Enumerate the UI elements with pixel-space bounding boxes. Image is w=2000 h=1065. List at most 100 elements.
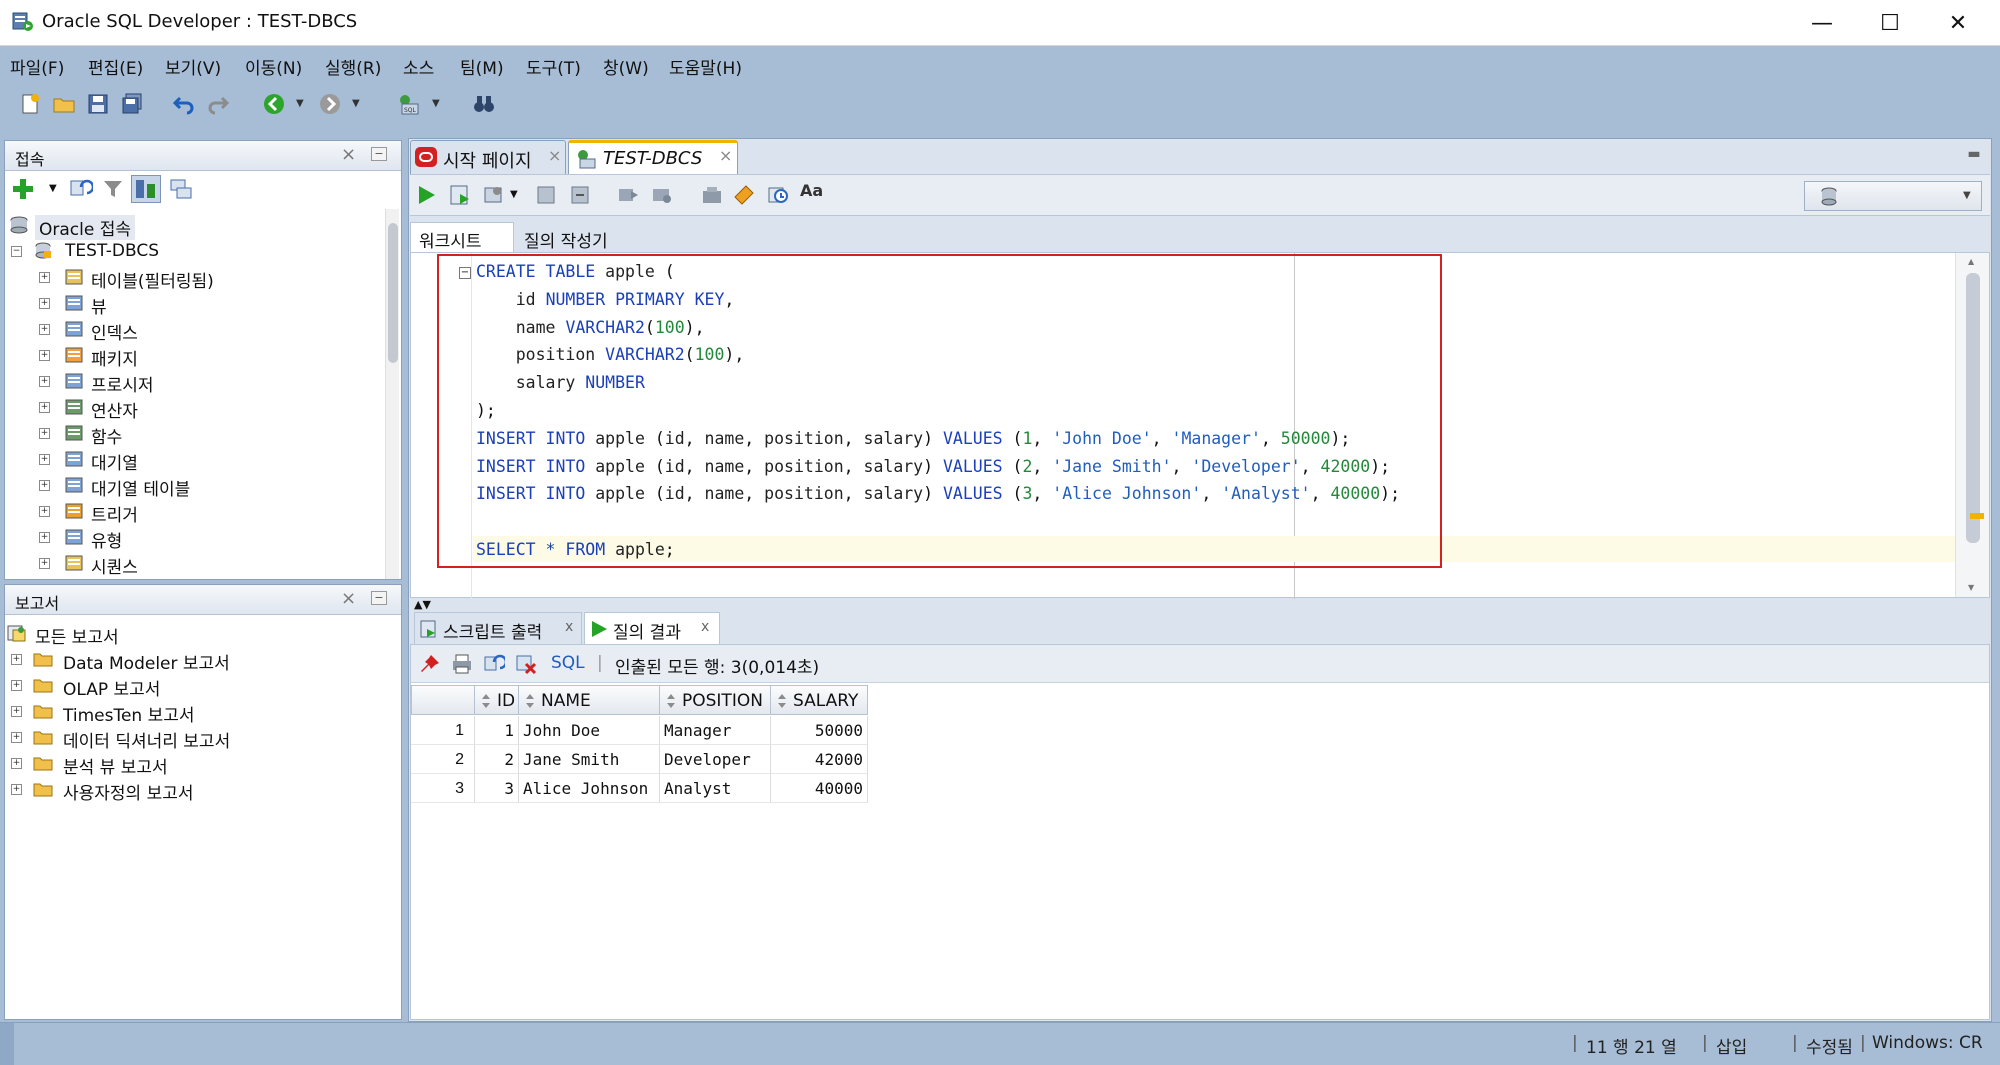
cell-position[interactable]: Developer [660, 745, 771, 774]
tree-node-object-type[interactable]: + 대기열 [5, 447, 381, 474]
menu-help[interactable]: 도움말(H) [669, 54, 742, 79]
format-case-icon[interactable]: Aa [800, 181, 823, 200]
tab-worksheet[interactable]: 워크시트 [410, 222, 514, 252]
expand-icon[interactable]: + [11, 654, 22, 665]
collapse-icon[interactable]: − [11, 246, 22, 257]
tree-node-all-reports[interactable]: 모든 보고서 [5, 621, 401, 648]
tree-node-oracle-connections[interactable]: Oracle 접속 [5, 213, 381, 240]
cell-id[interactable]: 2 [475, 745, 519, 774]
expand-icon[interactable]: + [11, 784, 22, 795]
expand-icon[interactable]: + [39, 558, 50, 569]
expand-icon[interactable]: + [39, 428, 50, 439]
tab-start-page[interactable]: 시작 페이지 × [410, 140, 566, 174]
tree-node-report-folder[interactable]: + 분석 뷰 보고서 [5, 751, 401, 778]
refresh-icon[interactable] [483, 653, 508, 680]
cell-position[interactable]: Analyst [660, 774, 771, 803]
schema-browser-icon[interactable] [131, 175, 161, 203]
column-header-id[interactable]: ID [475, 685, 519, 715]
expand-icon[interactable]: + [39, 480, 50, 491]
sql-history-icon[interactable] [766, 183, 790, 212]
maximize-button[interactable]: ☐ [1856, 0, 1924, 46]
sql-tuning-icon[interactable] [700, 183, 724, 212]
menu-window[interactable]: 창(W) [603, 54, 649, 79]
tree-node-object-type[interactable]: + 트리거 [5, 499, 381, 526]
expand-icon[interactable]: + [39, 350, 50, 361]
close-icon[interactable]: × [341, 144, 356, 165]
commit-icon[interactable] [534, 183, 558, 212]
tree-node-object-type[interactable]: + 패키지 [5, 343, 381, 370]
tab-script-output[interactable]: 스크립트 출력 x [414, 612, 582, 644]
tree-node-object-type[interactable]: + 유형 [5, 525, 381, 552]
menu-tools[interactable]: 도구(T) [526, 54, 581, 79]
sql-link[interactable]: SQL [551, 653, 585, 673]
rollback-icon[interactable] [568, 183, 592, 212]
scrollbar-thumb[interactable] [1966, 273, 1980, 543]
tree-node-object-type[interactable]: + 시퀀스 [5, 551, 381, 578]
table-row[interactable]: 1 1 John Doe Manager 50000 [411, 716, 869, 745]
tree-node-report-folder[interactable]: + 사용자정의 보고서 [5, 777, 401, 804]
tab-query-result[interactable]: 질의 결과 x [584, 612, 720, 644]
forward-dropdown-icon[interactable]: ▼ [352, 98, 360, 109]
cancel-icon[interactable] [650, 183, 674, 212]
binoculars-icon[interactable] [470, 90, 498, 118]
minimize-button[interactable]: — [1788, 0, 1856, 46]
back-dropdown-icon[interactable]: ▼ [296, 98, 304, 109]
cell-name[interactable]: Jane Smith [519, 745, 660, 774]
menu-edit[interactable]: 편집(E) [88, 54, 143, 79]
menu-navigate[interactable]: 이동(N) [245, 54, 302, 79]
cell-salary[interactable]: 50000 [771, 716, 868, 745]
table-row[interactable]: 3 3 Alice Johnson Analyst 40000 [411, 774, 869, 803]
expand-icon[interactable]: + [39, 298, 50, 309]
run-script-icon[interactable] [448, 183, 472, 212]
expand-icon[interactable]: + [11, 680, 22, 691]
expand-icon[interactable]: + [39, 376, 50, 387]
table-row[interactable]: 2 2 Jane Smith Developer 42000 [411, 745, 869, 774]
expand-icon[interactable]: + [39, 272, 50, 283]
menu-view[interactable]: 보기(V) [165, 54, 221, 79]
close-icon[interactable]: × [341, 588, 356, 609]
tree-node-report-folder[interactable]: + Data Modeler 보고서 [5, 647, 401, 674]
tree-node-object-type[interactable]: + 연산자 [5, 395, 381, 422]
splitter-arrows-icon[interactable]: ▲▼ [414, 598, 431, 611]
tree-node-report-folder[interactable]: + TimesTen 보고서 [5, 699, 401, 726]
tab-list-dropdown-icon[interactable]: ▬ [1962, 146, 1986, 170]
collapse-all-icon[interactable] [169, 177, 193, 201]
new-file-icon[interactable] [16, 90, 44, 118]
scroll-down-icon[interactable]: ▼ [1968, 583, 1974, 592]
cell-name[interactable]: Alice Johnson [519, 774, 660, 803]
add-connection-dropdown-icon[interactable]: ▼ [49, 183, 57, 194]
menu-run[interactable]: 실행(R) [325, 54, 381, 79]
menu-file[interactable]: 파일(F) [10, 54, 64, 79]
autotrace-icon[interactable] [482, 183, 506, 212]
back-icon[interactable] [260, 90, 288, 118]
row-number-cell[interactable]: 2 [411, 745, 475, 774]
cell-position[interactable]: Manager [660, 716, 771, 745]
scroll-up-icon[interactable]: ▲ [1968, 257, 1974, 266]
tree-node-object-type[interactable]: + 프로시저 [5, 369, 381, 396]
cell-salary[interactable]: 40000 [771, 774, 868, 803]
tree-node-connection[interactable]: − TEST-DBCS [5, 239, 381, 265]
column-header-name[interactable]: NAME [519, 685, 660, 715]
delete-icon[interactable] [515, 653, 537, 680]
clear-eraser-icon[interactable] [732, 183, 756, 212]
tree-node-object-type[interactable]: + 테이블(필터링됨) [5, 265, 381, 292]
close-icon[interactable]: × [719, 146, 732, 165]
cell-salary[interactable]: 42000 [771, 745, 868, 774]
tree-node-report-folder[interactable]: + 데이터 딕셔너리 보고서 [5, 725, 401, 752]
cell-name[interactable]: John Doe [519, 716, 660, 745]
expand-icon[interactable]: + [39, 324, 50, 335]
minimize-panel-icon[interactable]: − [371, 591, 387, 605]
close-icon[interactable]: x [565, 619, 573, 635]
tree-node-object-type[interactable]: + 인덱스 [5, 317, 381, 344]
tab-test-dbcs[interactable]: TEST-DBCS × [568, 140, 738, 174]
forward-icon[interactable] [316, 90, 344, 118]
redo-icon[interactable] [204, 90, 232, 118]
expand-icon[interactable]: + [11, 732, 22, 743]
expand-icon[interactable]: + [39, 532, 50, 543]
tab-query-builder[interactable]: 질의 작성기 [516, 222, 646, 252]
editor-scrollbar[interactable]: ▲ ▼ [1955, 253, 1989, 597]
column-header-position[interactable]: POSITION [660, 685, 771, 715]
autotrace-dropdown-icon[interactable]: ▼ [510, 189, 518, 200]
run-statement-icon[interactable] [414, 183, 438, 212]
tree-node-object-type[interactable]: + 뷰 [5, 291, 381, 318]
